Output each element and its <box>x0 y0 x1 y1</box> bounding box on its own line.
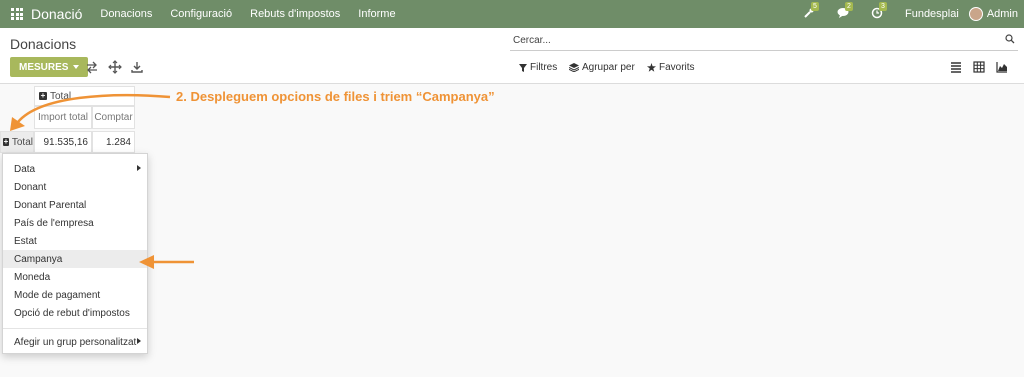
curved-arrow-shaft <box>17 93 171 123</box>
annotation-arrows <box>10 93 194 269</box>
annotation-text: 2. Despleguem opcions de files i triem “… <box>176 89 495 104</box>
curved-arrow-head <box>10 117 25 131</box>
straight-arrow-head <box>139 255 154 269</box>
